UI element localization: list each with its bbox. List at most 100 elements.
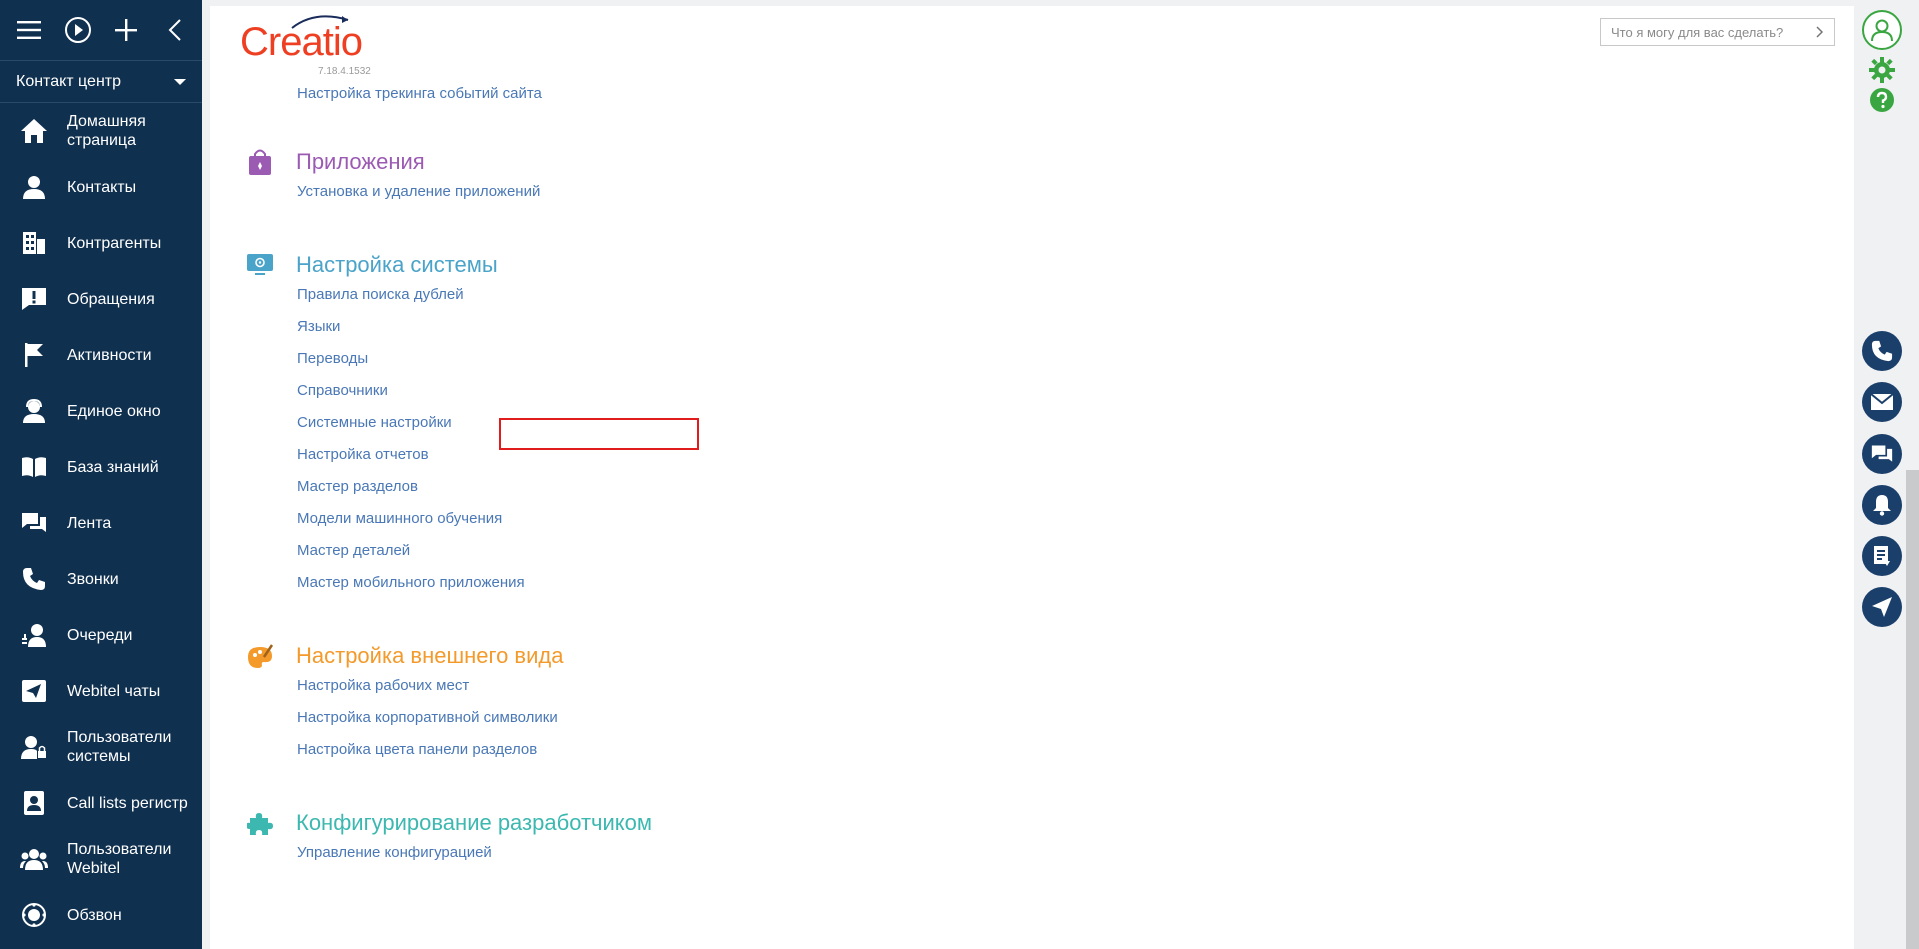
sidebar-item-label: Call lists регистр [67, 794, 188, 812]
phone-panel-button[interactable] [1862, 331, 1902, 371]
user-icon [1871, 19, 1893, 42]
link-site-event-tracking[interactable]: Настройка трекинга событий сайта [297, 78, 542, 110]
document-list-icon [1874, 546, 1890, 566]
play-icon [64, 17, 91, 43]
sidebar: Контакт центр Домашняя страница Контакты… [0, 0, 202, 949]
sidebar-item-call-lists[interactable]: Call lists регистр [0, 775, 202, 831]
shopping-bag-icon [246, 148, 274, 176]
add-button[interactable] [111, 15, 141, 45]
search-input[interactable]: Что я могу для вас сделать? [1611, 25, 1783, 40]
sidebar-item-webitel-users[interactable]: Пользователи Webitel [0, 831, 202, 887]
link-panel-color[interactable]: Настройка цвета панели разделов [297, 734, 563, 766]
link-section-wizard[interactable]: Мастер разделов [297, 471, 525, 503]
sidebar-item-home[interactable]: Домашняя страница [0, 103, 202, 159]
profile-button[interactable] [1862, 10, 1902, 50]
user-lock-icon [20, 733, 48, 761]
sidebar-item-contacts[interactable]: Контакты [0, 159, 202, 215]
building-icon [20, 229, 48, 257]
section-title: Настройка системы [296, 252, 498, 277]
sidebar-item-webitel-chats[interactable]: Webitel чаты [0, 663, 202, 719]
plus-icon [115, 19, 138, 41]
section-site-tracking: Настройка трекинга событий сайта [246, 78, 542, 110]
chevron-right-icon [1816, 26, 1824, 38]
sidebar-item-accounts[interactable]: Контрагенты [0, 215, 202, 271]
scrollbar[interactable] [1906, 470, 1919, 949]
collapse-sidebar-button[interactable] [160, 15, 190, 45]
email-panel-button[interactable] [1862, 382, 1902, 422]
link-workplaces[interactable]: Настройка рабочих мест [297, 670, 563, 702]
section-developer-config: Конфигурирование разработчиком Управлени… [246, 809, 652, 869]
flag-icon [20, 341, 48, 369]
chevron-left-icon [168, 19, 181, 41]
book-icon [20, 453, 48, 481]
link-detail-wizard[interactable]: Мастер деталей [297, 535, 525, 567]
sidebar-item-label: Обращения [67, 290, 155, 308]
help-button[interactable] [1869, 87, 1895, 113]
workspace-selector[interactable]: Контакт центр [0, 61, 202, 103]
sidebar-item-cases[interactable]: Обращения [0, 271, 202, 327]
sidebar-item-dialer[interactable]: Обзвон [0, 887, 202, 943]
sidebar-item-label: Контакты [67, 178, 137, 196]
sidebar-item-label: Контрагенты [67, 234, 162, 252]
menu-button[interactable] [14, 15, 44, 45]
sidebar-item-label: База знаний [67, 458, 159, 476]
link-duplicate-rules[interactable]: Правила поиска дублей [297, 279, 525, 311]
notifications-panel-button[interactable] [1862, 485, 1902, 525]
sidebar-item-label: Пользователи Webitel [67, 841, 172, 877]
tasks-panel-button[interactable] [1862, 536, 1902, 576]
sidebar-item-label: Активности [67, 346, 152, 364]
users-icon [20, 845, 48, 873]
webitel-panel-button[interactable] [1862, 587, 1902, 627]
section-title: Настройка внешнего вида [296, 643, 564, 668]
sidebar-item-feed[interactable]: Лента [0, 495, 202, 551]
puzzle-icon [246, 809, 274, 837]
link-ml-models[interactable]: Модели машинного обучения [297, 503, 525, 535]
link-report-setup[interactable]: Настройка отчетов [297, 439, 525, 471]
envelope-icon [1871, 394, 1893, 410]
chat-panel-button[interactable] [1862, 434, 1902, 474]
link-system-settings[interactable]: Системные настройки [297, 407, 525, 439]
exclamation-icon [20, 285, 48, 313]
sidebar-item-label: Пользователи системы [67, 729, 172, 765]
sidebar-item-knowledge-base[interactable]: База знаний [0, 439, 202, 495]
caret-down-icon [174, 78, 186, 85]
run-process-button[interactable] [63, 15, 93, 45]
link-lookups[interactable]: Справочники [297, 375, 525, 407]
sidebar-item-activities[interactable]: Активности [0, 327, 202, 383]
command-search[interactable]: Что я могу для вас сделать? [1600, 18, 1835, 46]
phone-icon [1871, 340, 1893, 362]
sidebar-item-queues[interactable]: Очереди [0, 607, 202, 663]
sidebar-item-label: Единое окно [67, 402, 161, 420]
sidebar-item-single-window[interactable]: Единое окно [0, 383, 202, 439]
dialer-icon [20, 901, 48, 929]
link-translations[interactable]: Переводы [297, 343, 525, 375]
hamburger-icon [17, 21, 41, 39]
version-label: 7.18.4.1532 [318, 66, 371, 77]
sidebar-item-label: Обзвон [67, 906, 122, 924]
link-configuration-management[interactable]: Управление конфигурацией [297, 837, 652, 869]
link-mobile-wizard[interactable]: Мастер мобильного приложения [297, 567, 525, 599]
section-title: Конфигурирование разработчиком [296, 810, 653, 835]
workspace-label: Контакт центр [16, 72, 121, 90]
link-branding[interactable]: Настройка корпоративной символики [297, 702, 563, 734]
creatio-logo[interactable]: Creatio 7.18.4.1532 [240, 15, 371, 77]
section-appearance: Настройка внешнего вида Настройка рабочи… [246, 642, 563, 766]
chat-icon [20, 509, 48, 537]
section-applications: Приложения Установка и удаление приложен… [246, 148, 540, 208]
sidebar-item-label: Очереди [67, 626, 133, 644]
link-languages[interactable]: Языки [297, 311, 525, 343]
sidebar-item-label: Звонки [67, 570, 119, 588]
sidebar-item-system-users[interactable]: Пользователи системы [0, 719, 202, 775]
section-title: Приложения [296, 149, 425, 174]
gear-icon [1869, 57, 1895, 83]
link-install-apps[interactable]: Установка и удаление приложений [297, 176, 540, 208]
sidebar-item-calls[interactable]: Звонки [0, 551, 202, 607]
settings-button[interactable] [1869, 57, 1895, 83]
chat-icon [1871, 445, 1893, 462]
help-icon [1870, 88, 1894, 112]
operator-icon [20, 397, 48, 425]
home-icon [20, 117, 48, 145]
queue-icon [20, 621, 48, 649]
section-nav: Домашняя страница Контакты Контрагенты О… [0, 103, 202, 943]
contact-list-icon [20, 789, 48, 817]
